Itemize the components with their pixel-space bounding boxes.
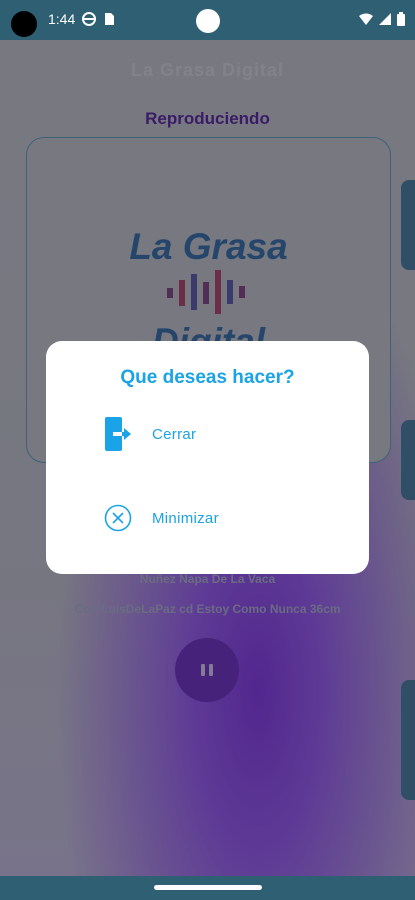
sim-card-icon [105, 13, 114, 25]
close-circle-icon [104, 504, 132, 532]
data-saver-icon [82, 12, 96, 26]
wifi-icon [359, 13, 373, 25]
home-gesture-handle[interactable] [154, 885, 262, 890]
status-time: 1:44 [48, 11, 76, 27]
dialog-title: Que deseas hacer? [120, 367, 295, 388]
minimize-option-label: Minimizar [152, 509, 219, 527]
close-app-option[interactable]: Cerrar [104, 417, 196, 451]
battery-icon [397, 12, 405, 26]
minimize-option[interactable]: Minimizar [104, 504, 219, 532]
camera-cutout [11, 11, 37, 37]
front-camera [196, 9, 220, 33]
action-dialog: Que deseas hacer? Cerrar Minimizar [46, 341, 369, 574]
signal-icon [379, 13, 391, 25]
status-bar: 1:44 [0, 0, 415, 40]
close-option-label: Cerrar [152, 425, 197, 443]
navigation-bar [0, 876, 415, 900]
system-icons [359, 12, 405, 26]
exit-door-icon [105, 417, 131, 451]
